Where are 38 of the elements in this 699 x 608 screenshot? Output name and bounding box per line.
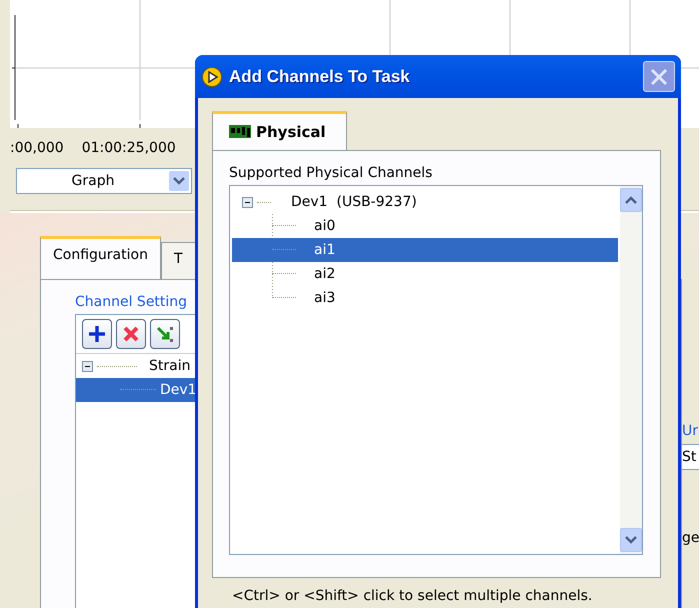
collapse-icon[interactable] [82,360,93,372]
dropdown-chevron-icon[interactable] [169,171,189,191]
axis-tick-label: 01:00:25,000 [82,140,176,156]
field-label: ge [682,530,699,546]
list-label: Supported Physical Channels [229,165,434,181]
remove-button[interactable] [116,319,146,349]
scrollbar[interactable] [620,186,642,554]
collapse-icon[interactable] [242,196,253,208]
tab[interactable]: Configuration [40,236,161,279]
circuit-board-icon [229,125,251,139]
tab[interactable]: Physical [212,111,347,150]
plus-icon [87,324,107,344]
tree-item[interactable]: ai1 [232,238,618,262]
close-icon [649,66,669,86]
diagonal-arrow-icon [155,324,175,344]
hint-text: <Ctrl> or <Shift> click to select multiple channels. [232,588,594,604]
column-header: Ur [682,422,699,441]
channel-tree[interactable]: Dev1 (USB-9237) ai0 ai1 ai2 ai3 [229,185,643,555]
tree-item[interactable]: Strain [76,354,200,378]
tree-item[interactable]: ai0 [232,214,618,238]
tree-item[interactable]: ai3 [232,286,618,310]
tree-item[interactable]: ai2 [232,262,618,286]
play-badge-icon [201,66,223,88]
group-title: Channel Setting [75,294,188,310]
view-dropdown[interactable]: Graph [16,168,192,194]
chevron-down-icon [173,177,185,185]
scroll-up-button[interactable] [620,188,642,212]
arrow-button[interactable] [150,319,180,349]
tree-item[interactable]: Dev1 (USB-9237) [232,190,618,214]
add-button[interactable] [82,319,112,349]
axis-tick-label: :00,000 [10,140,64,156]
window-title: Add Channels To Task [229,66,411,86]
x-icon [122,325,140,343]
scroll-down-button[interactable] [620,528,642,552]
tab[interactable]: T [160,242,196,279]
chevron-down-icon [625,536,637,544]
chevron-up-icon [625,196,637,204]
table-cell: St [682,444,699,470]
